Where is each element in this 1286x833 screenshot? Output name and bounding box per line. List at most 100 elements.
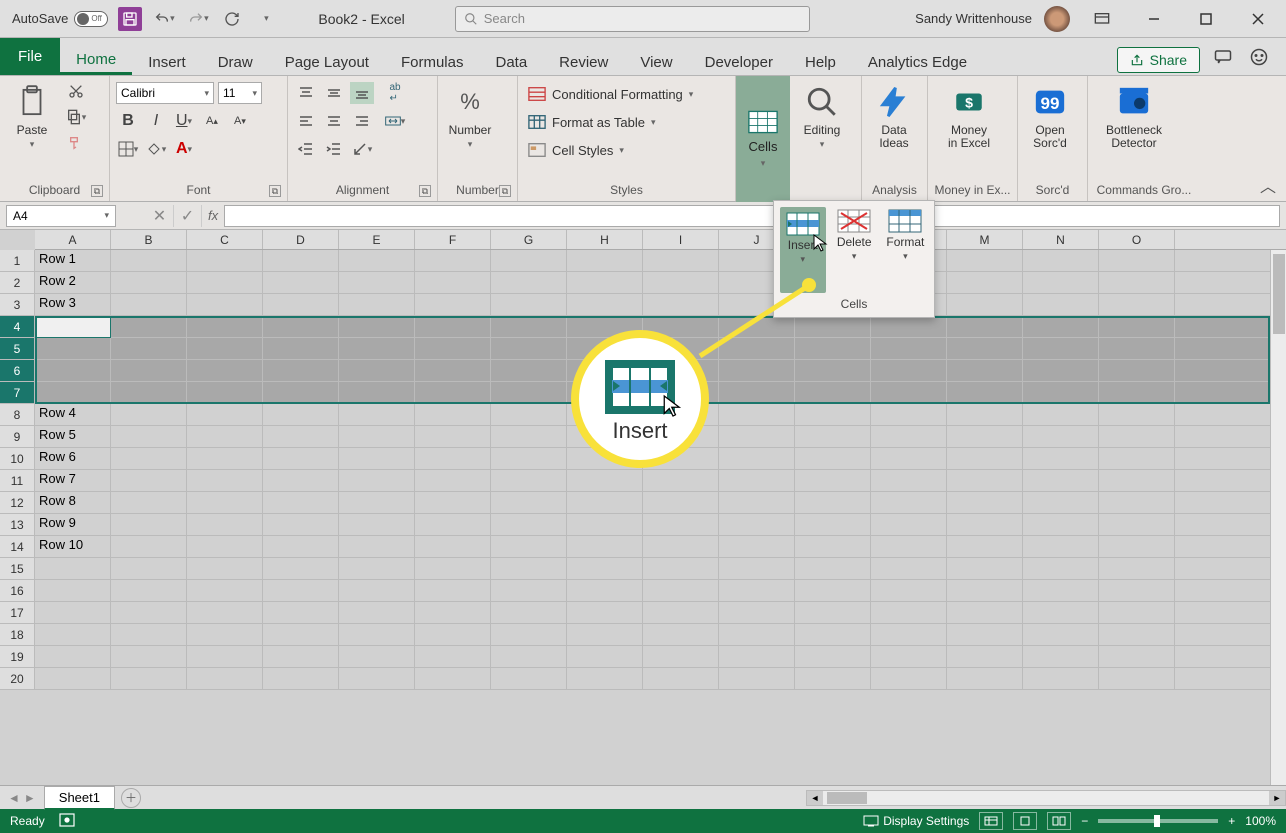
row-head-1[interactable]: 1 bbox=[0, 250, 35, 272]
cell[interactable]: Row 10 bbox=[35, 536, 111, 557]
cell[interactable] bbox=[643, 514, 719, 535]
name-box[interactable]: A4▾ bbox=[6, 205, 116, 227]
cell[interactable]: Row 6 bbox=[35, 448, 111, 469]
macro-record-icon[interactable] bbox=[59, 813, 75, 830]
cell[interactable]: Row 8 bbox=[35, 492, 111, 513]
cut-icon[interactable] bbox=[64, 80, 88, 102]
cell[interactable] bbox=[187, 316, 263, 337]
cell[interactable] bbox=[111, 316, 187, 337]
cell[interactable] bbox=[339, 382, 415, 403]
cell[interactable] bbox=[263, 382, 339, 403]
cell[interactable] bbox=[263, 624, 339, 645]
cell[interactable] bbox=[263, 448, 339, 469]
cell[interactable] bbox=[947, 272, 1023, 293]
table-row[interactable] bbox=[35, 668, 1270, 690]
cell[interactable] bbox=[1023, 272, 1099, 293]
cell[interactable] bbox=[415, 580, 491, 601]
cell[interactable] bbox=[643, 668, 719, 689]
tab-file[interactable]: File bbox=[0, 38, 60, 75]
cell[interactable] bbox=[1023, 624, 1099, 645]
cell[interactable] bbox=[187, 360, 263, 381]
zoom-out-icon[interactable]: − bbox=[1081, 814, 1088, 828]
page-layout-view-icon[interactable] bbox=[1013, 812, 1037, 830]
cell[interactable] bbox=[1023, 404, 1099, 425]
cell[interactable] bbox=[491, 316, 567, 337]
sheet-prev-icon[interactable]: ◄ bbox=[8, 791, 20, 805]
table-row[interactable]: Row 9 bbox=[35, 514, 1270, 536]
cell[interactable] bbox=[111, 382, 187, 403]
cell[interactable] bbox=[567, 470, 643, 491]
cell[interactable] bbox=[415, 646, 491, 667]
cell[interactable] bbox=[795, 448, 871, 469]
cell[interactable] bbox=[187, 448, 263, 469]
cell[interactable] bbox=[35, 558, 111, 579]
cell[interactable] bbox=[35, 338, 111, 359]
cell[interactable] bbox=[719, 404, 795, 425]
col-head-F[interactable]: F bbox=[415, 230, 491, 249]
row-head-4[interactable]: 4 bbox=[0, 316, 35, 338]
cell[interactable] bbox=[491, 580, 567, 601]
cell[interactable] bbox=[1023, 316, 1099, 337]
cell[interactable] bbox=[35, 668, 111, 689]
cell[interactable] bbox=[567, 558, 643, 579]
cell[interactable] bbox=[187, 580, 263, 601]
cell[interactable] bbox=[111, 294, 187, 315]
row-head-15[interactable]: 15 bbox=[0, 558, 35, 580]
cell[interactable] bbox=[947, 382, 1023, 403]
tab-insert[interactable]: Insert bbox=[132, 48, 202, 75]
cell[interactable] bbox=[339, 470, 415, 491]
cell[interactable] bbox=[795, 492, 871, 513]
cell[interactable] bbox=[947, 580, 1023, 601]
cell[interactable] bbox=[263, 514, 339, 535]
cell[interactable] bbox=[871, 382, 947, 403]
cell[interactable] bbox=[947, 668, 1023, 689]
share-button[interactable]: Share bbox=[1117, 47, 1200, 73]
close-icon[interactable] bbox=[1238, 3, 1278, 35]
cell[interactable] bbox=[187, 250, 263, 271]
table-row[interactable] bbox=[35, 580, 1270, 602]
col-head-C[interactable]: C bbox=[187, 230, 263, 249]
cell[interactable] bbox=[35, 624, 111, 645]
cell[interactable] bbox=[795, 558, 871, 579]
cell[interactable] bbox=[719, 558, 795, 579]
cell[interactable] bbox=[1023, 360, 1099, 381]
row-head-10[interactable]: 10 bbox=[0, 448, 35, 470]
cell[interactable] bbox=[947, 294, 1023, 315]
cell[interactable] bbox=[187, 514, 263, 535]
cell[interactable] bbox=[1023, 470, 1099, 491]
cell[interactable] bbox=[111, 470, 187, 491]
cell[interactable] bbox=[795, 426, 871, 447]
cell[interactable] bbox=[263, 602, 339, 623]
cell[interactable] bbox=[1023, 514, 1099, 535]
cell[interactable] bbox=[339, 624, 415, 645]
cell[interactable] bbox=[339, 668, 415, 689]
increase-indent-icon[interactable] bbox=[322, 138, 346, 160]
cell[interactable] bbox=[187, 536, 263, 557]
cell[interactable] bbox=[719, 448, 795, 469]
row-head-9[interactable]: 9 bbox=[0, 426, 35, 448]
cell[interactable] bbox=[111, 558, 187, 579]
cell[interactable] bbox=[111, 668, 187, 689]
col-head-D[interactable]: D bbox=[263, 230, 339, 249]
cell[interactable] bbox=[1099, 404, 1175, 425]
cell[interactable] bbox=[1099, 558, 1175, 579]
cell[interactable] bbox=[1023, 294, 1099, 315]
cell[interactable] bbox=[491, 448, 567, 469]
fill-color-icon[interactable]: ▾ bbox=[144, 138, 168, 160]
cell[interactable] bbox=[1023, 338, 1099, 359]
bottleneck-detector-button[interactable]: Bottleneck Detector bbox=[1094, 80, 1174, 150]
cell[interactable] bbox=[947, 492, 1023, 513]
cell[interactable] bbox=[1023, 580, 1099, 601]
cell[interactable] bbox=[643, 580, 719, 601]
cell[interactable] bbox=[1099, 668, 1175, 689]
cell[interactable] bbox=[491, 514, 567, 535]
cell[interactable] bbox=[415, 338, 491, 359]
cell[interactable] bbox=[719, 426, 795, 447]
cell[interactable] bbox=[415, 360, 491, 381]
cell[interactable] bbox=[111, 580, 187, 601]
cell[interactable] bbox=[491, 668, 567, 689]
cell[interactable] bbox=[947, 646, 1023, 667]
minimize-icon[interactable] bbox=[1134, 3, 1174, 35]
search-input[interactable]: Search bbox=[455, 6, 810, 32]
cell[interactable] bbox=[263, 404, 339, 425]
